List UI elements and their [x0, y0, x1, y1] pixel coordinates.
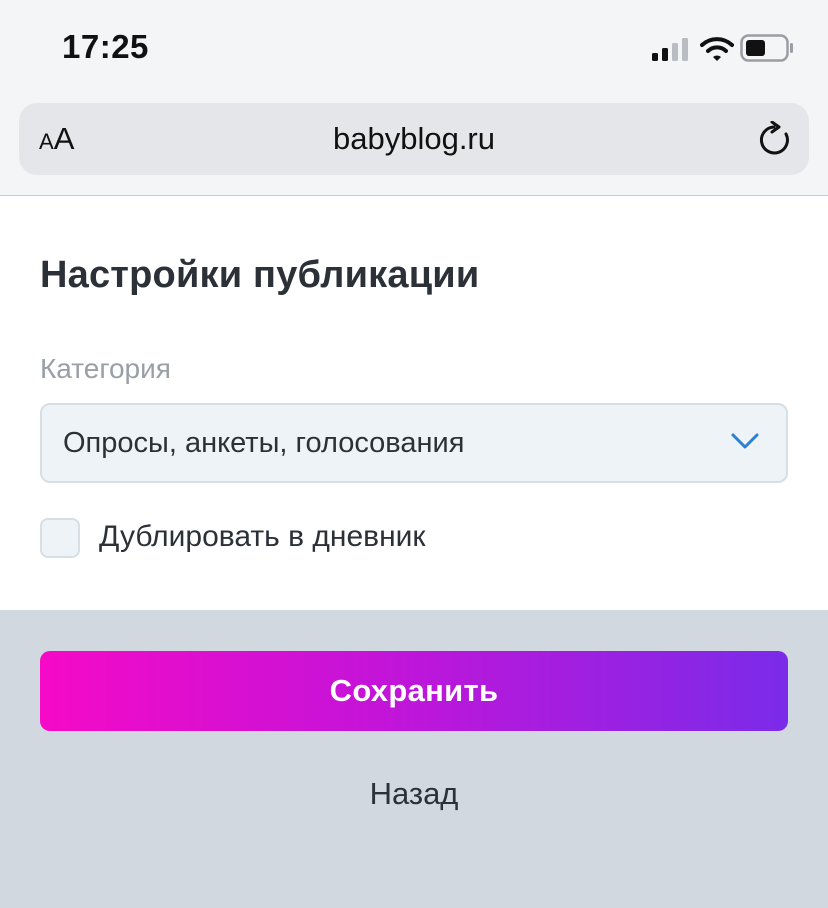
- reload-icon[interactable]: [755, 121, 793, 159]
- cellular-signal-icon: [652, 38, 688, 61]
- category-selected-value: Опросы, анкеты, голосования: [63, 427, 465, 459]
- chevron-down-icon: [731, 433, 759, 449]
- url-text[interactable]: babyblog.ru: [19, 121, 809, 157]
- duplicate-to-diary-checkbox[interactable]: [40, 518, 80, 558]
- address-bar[interactable]: AA babyblog.ru: [19, 103, 809, 175]
- category-label: Категория: [40, 353, 171, 384]
- battery-icon: [740, 34, 793, 62]
- wifi-icon: [700, 37, 734, 61]
- save-button[interactable]: Сохранить: [40, 651, 788, 731]
- action-footer: Сохранить Назад: [0, 610, 828, 908]
- category-select[interactable]: Опросы, анкеты, голосования: [40, 403, 788, 483]
- browser-toolbar: AA babyblog.ru: [0, 96, 828, 196]
- duplicate-to-diary-label[interactable]: Дублировать в дневник: [99, 520, 426, 554]
- page-title: Настройки публикации: [40, 254, 480, 296]
- status-time: 17:25: [62, 28, 149, 65]
- status-bar: 17:25: [0, 0, 828, 96]
- publication-settings-panel: Настройки публикации Категория Опросы, а…: [0, 196, 828, 610]
- back-link[interactable]: Назад: [0, 776, 828, 812]
